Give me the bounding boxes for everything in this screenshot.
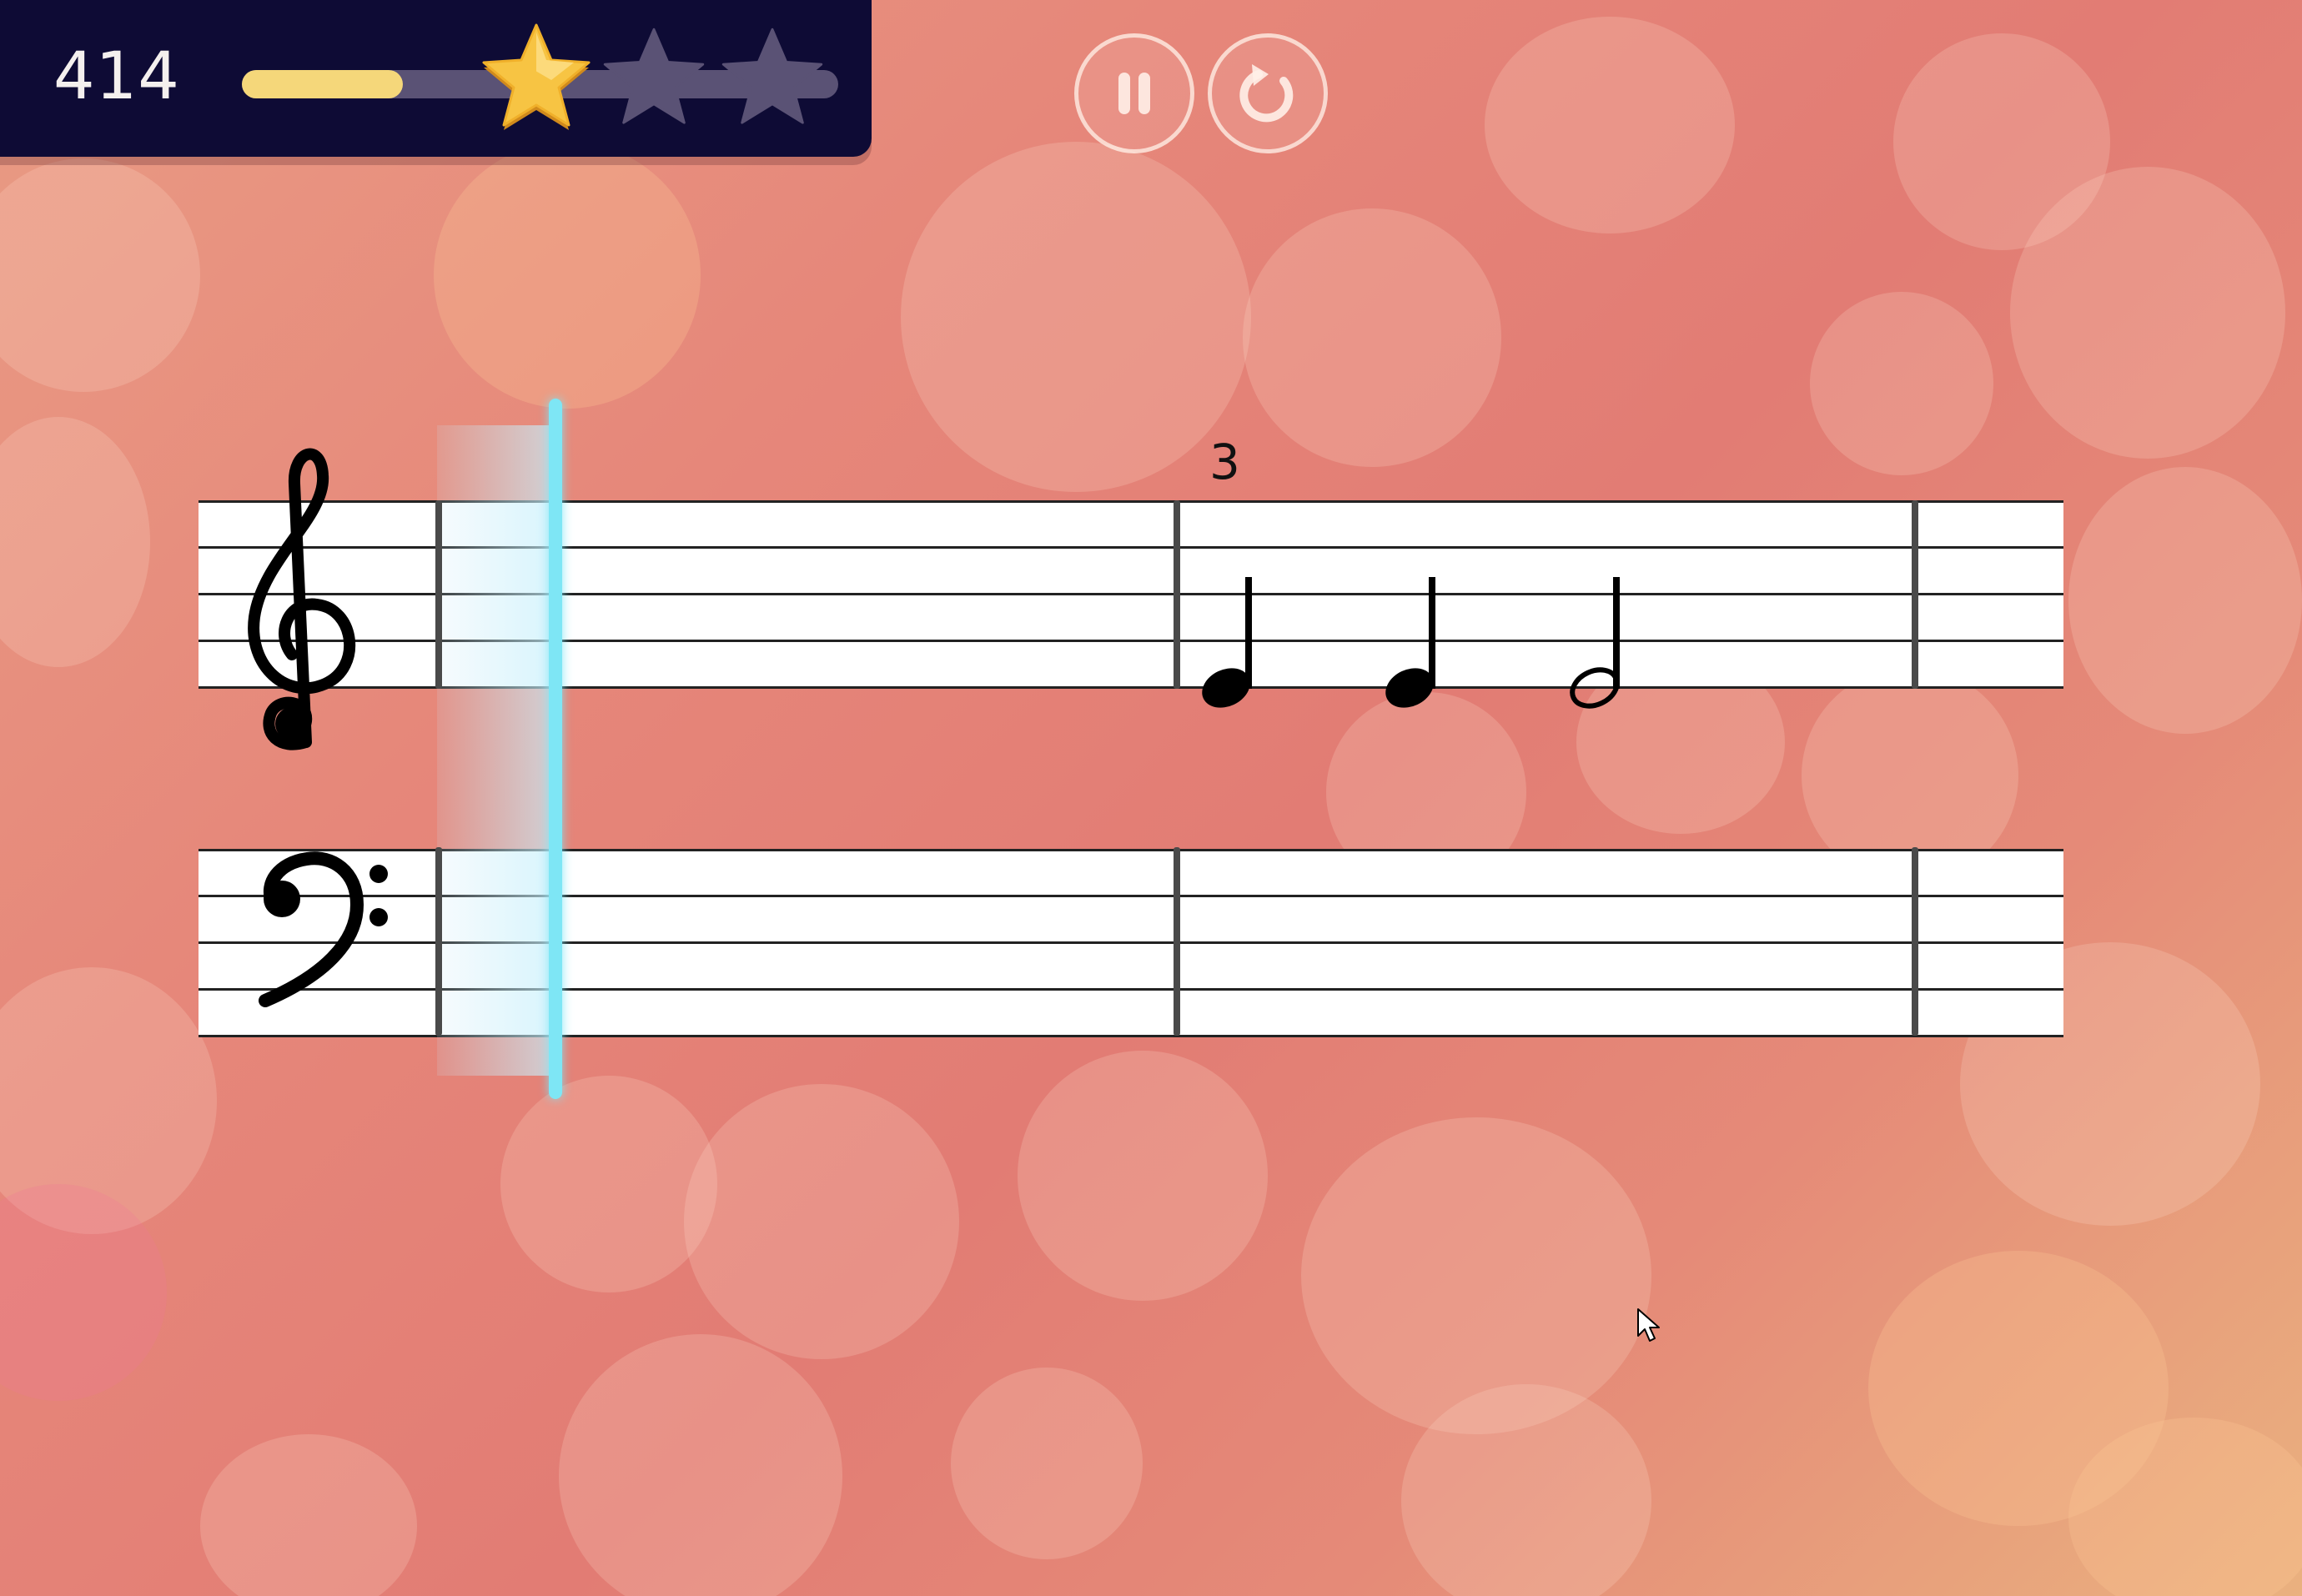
barline <box>1912 500 1918 689</box>
mouse-cursor-icon <box>1637 1308 1660 1342</box>
barline <box>435 847 442 1036</box>
star-1-icon <box>482 23 591 130</box>
barline <box>1174 847 1180 1036</box>
barline <box>435 500 442 689</box>
pause-button[interactable] <box>1074 33 1194 153</box>
half-note <box>1570 577 1620 709</box>
measure-number: 3 <box>1209 434 1240 490</box>
star-3-icon <box>721 28 823 124</box>
restart-button[interactable] <box>1208 33 1328 153</box>
restart-icon <box>1239 64 1294 123</box>
playhead <box>549 399 562 1099</box>
bass-clef-icon <box>259 851 388 1007</box>
barline <box>1912 847 1918 1036</box>
quarter-note <box>1202 577 1252 708</box>
game-stage: 414 3 <box>0 0 2302 1596</box>
pause-icon <box>1118 73 1150 114</box>
play-zone-highlight <box>437 425 554 1076</box>
quarter-note <box>1385 577 1435 708</box>
barline <box>1174 500 1180 689</box>
progress-fill <box>242 70 404 98</box>
score-panel: 414 <box>0 0 872 157</box>
treble-clef-icon <box>248 448 356 750</box>
score-value: 414 <box>53 39 180 114</box>
star-2-icon <box>603 28 705 124</box>
